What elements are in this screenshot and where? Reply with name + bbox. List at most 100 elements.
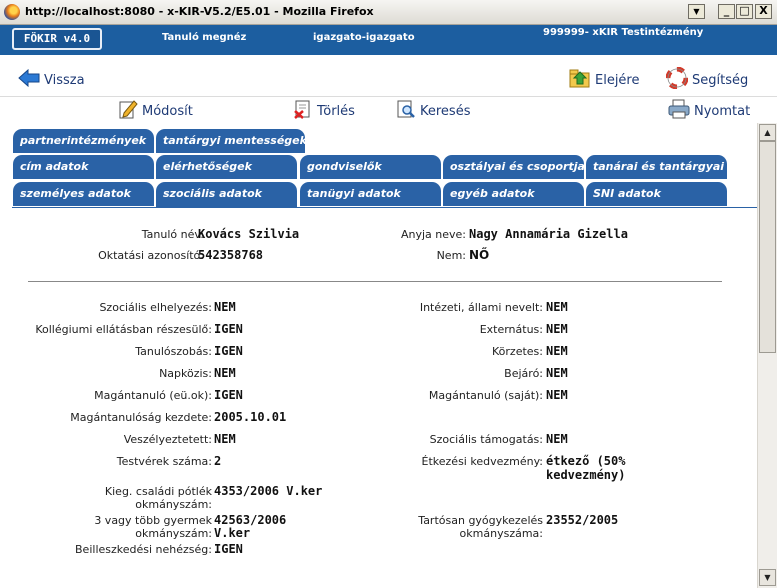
- action-toolbar: Módosít Törlés Keresés Nyomtat: [0, 97, 777, 123]
- gender-value: NŐ: [469, 248, 490, 262]
- search-icon: [396, 99, 416, 123]
- mother-name-value: Nagy Annamária Gizella: [469, 227, 628, 241]
- field-label: 3 vagy több gyermek: [94, 514, 212, 527]
- field-value: IGEN: [214, 388, 243, 402]
- institution-name: 999999- xKIR Testintézmény: [543, 27, 704, 38]
- field-label: Tanulószobás:: [135, 345, 212, 358]
- navigation-bar: Vissza Elejére Segítség: [0, 55, 777, 97]
- divider: [28, 281, 722, 282]
- delete-button[interactable]: Törlés: [293, 99, 355, 123]
- delete-label: Törlés: [317, 103, 355, 119]
- help-button[interactable]: Segítség: [665, 66, 749, 93]
- firefox-icon: [4, 4, 20, 20]
- window-title: http://localhost:8080 - x-KIR-V5.2/E5.01…: [25, 5, 374, 18]
- field-value: 42563/2006: [214, 513, 287, 527]
- user-name: igazgato-igazgato: [313, 32, 415, 43]
- field-value: NEM: [214, 300, 236, 314]
- student-social-data-panel: Tanuló név: Kovács Szilvia Oktatási azon…: [12, 207, 757, 588]
- tab-tanarai-es-tantargyai[interactable]: tanárai és tantárgyai: [586, 155, 727, 179]
- tab-egyeb-adatok[interactable]: egyéb adatok: [443, 182, 584, 206]
- vertical-scrollbar[interactable]: ▲ ▼: [757, 123, 777, 588]
- field-value: NEM: [546, 344, 568, 358]
- field-label: Kollégiumi ellátásban részesülő:: [35, 323, 212, 336]
- field-label: Magántanulóság kezdete:: [70, 411, 212, 424]
- window-title-bar[interactable]: http://localhost:8080 - x-KIR-V5.2/E5.01…: [0, 0, 777, 25]
- tab-szemelyes-adatok[interactable]: személyes adatok: [13, 182, 154, 206]
- browser-window: http://localhost:8080 - x-KIR-V5.2/E5.01…: [0, 0, 777, 588]
- delete-document-icon: [293, 99, 313, 123]
- student-name-value: Kovács Szilvia: [198, 227, 300, 241]
- back-button[interactable]: Vissza: [18, 68, 85, 91]
- field-value: NEM: [546, 300, 568, 314]
- tab-gondviselok[interactable]: gondviselők: [300, 155, 441, 179]
- gender-label: Nem:: [436, 249, 466, 262]
- field-label: Napközis:: [159, 367, 212, 380]
- search-label: Keresés: [420, 103, 471, 119]
- back-label: Vissza: [44, 72, 85, 88]
- tab-tantargyi-mentessegek[interactable]: tantárgyi mentességek: [156, 129, 305, 153]
- field-label: Kieg. családi pótlék: [104, 485, 212, 498]
- back-arrow-icon: [18, 68, 40, 91]
- arrow-down-icon: ▼: [764, 573, 771, 582]
- tab-elerhetosegek[interactable]: elérhetőségek: [156, 155, 297, 179]
- field-label: Körzetes:: [492, 345, 543, 358]
- field-value: kedvezmény): [546, 468, 626, 482]
- field-value: IGEN: [214, 322, 243, 336]
- scroll-thumb[interactable]: [759, 141, 776, 353]
- field-label: Bejáró:: [504, 367, 543, 380]
- scroll-down-button[interactable]: ▼: [759, 569, 776, 586]
- education-id-value: 542358768: [198, 248, 264, 262]
- dropdown-arrow-icon: ▼: [693, 7, 700, 16]
- tab-partnerintezmenyek[interactable]: partnerintézmények: [13, 129, 154, 153]
- field-label: Magántanuló (eü.ok):: [94, 389, 212, 402]
- field-label: Externátus:: [479, 323, 543, 336]
- print-label: Nyomtat: [694, 103, 751, 119]
- field-label: Beilleszkedési nehézség:: [75, 543, 212, 556]
- field-label: Magántanuló (saját):: [428, 389, 543, 402]
- field-label: okmányszám:: [135, 527, 212, 540]
- printer-icon: [668, 99, 690, 123]
- field-label: Szociális támogatás:: [429, 433, 543, 446]
- search-button[interactable]: Keresés: [396, 99, 470, 123]
- tab-sni-adatok[interactable]: SNI adatok: [586, 182, 727, 206]
- minimize-button[interactable]: _: [718, 4, 735, 19]
- field-label: Étkezési kedvezmény:: [421, 455, 543, 468]
- tab-osztalyai-es-csoportjai[interactable]: osztályai és csoportjai: [443, 155, 584, 179]
- field-value: 4353/2006 V.ker: [214, 484, 323, 498]
- field-label: Tartósan gyógykezelés: [418, 514, 543, 527]
- arrow-up-icon: ▲: [764, 128, 771, 137]
- field-label: Szociális elhelyezés:: [99, 301, 212, 314]
- section-title: Tanuló megnéz: [162, 32, 247, 43]
- field-value: NEM: [546, 388, 568, 402]
- window-menu-button[interactable]: ▼: [688, 4, 705, 19]
- top-button[interactable]: Elejére: [569, 67, 640, 93]
- print-button[interactable]: Nyomtat: [668, 99, 750, 123]
- tab-cim-adatok[interactable]: cím adatok: [13, 155, 154, 179]
- field-label: Veszélyeztetett:: [123, 433, 212, 446]
- field-value: NEM: [546, 366, 568, 380]
- mother-name-label: Anyja neve:: [400, 228, 466, 241]
- lifebuoy-icon: [665, 66, 689, 93]
- field-value: 2: [214, 454, 222, 468]
- field-value: NEM: [546, 322, 568, 336]
- close-button[interactable]: X: [755, 4, 772, 19]
- modify-button[interactable]: Módosít: [118, 99, 193, 123]
- top-label: Elejére: [595, 72, 640, 88]
- education-id-label: Oktatási azonosító:: [98, 249, 204, 262]
- scroll-up-button[interactable]: ▲: [759, 124, 776, 141]
- tab-bar: partnerintézmények tantárgyi mentességek…: [12, 129, 757, 215]
- field-label: Intézeti, állami nevelt:: [419, 301, 543, 314]
- tab-tanugyi-adatok[interactable]: tanügyi adatok: [300, 182, 441, 206]
- app-header: FÖKIR v4.0 Tanuló megnéz igazgato-igazga…: [0, 25, 777, 55]
- help-label: Segítség: [692, 72, 749, 88]
- maximize-button[interactable]: □: [736, 4, 753, 19]
- folder-up-icon: [569, 67, 591, 93]
- app-logo: FÖKIR v4.0: [12, 28, 102, 50]
- field-value: IGEN: [214, 542, 243, 556]
- field-value: 23552/2005: [546, 513, 619, 527]
- field-value: V.ker: [214, 526, 251, 540]
- edit-document-icon: [118, 99, 138, 123]
- field-value: NEM: [214, 432, 236, 446]
- field-label: okmányszám:: [135, 498, 212, 511]
- field-label: okmányszáma:: [459, 527, 543, 540]
